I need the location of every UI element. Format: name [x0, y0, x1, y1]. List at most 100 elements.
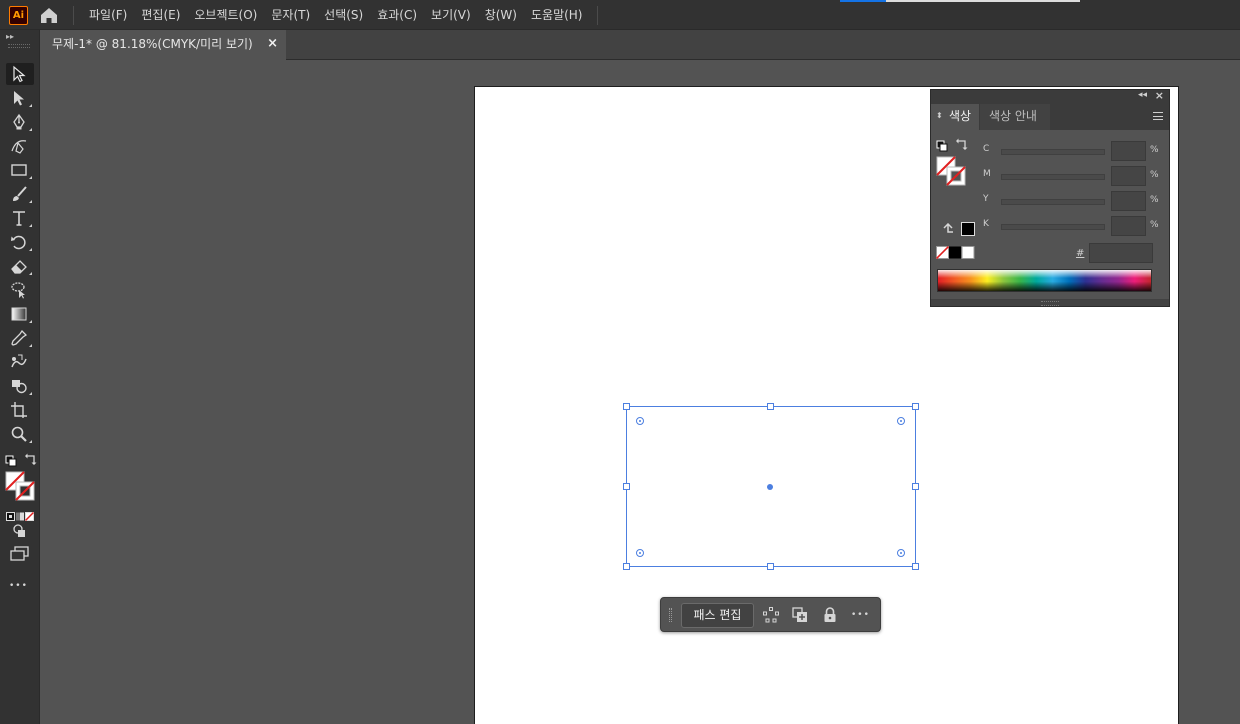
more-options-icon[interactable]: ••• [851, 606, 873, 624]
resize-handle-left[interactable] [623, 483, 630, 490]
menu-file[interactable]: 파일(F) [82, 0, 134, 30]
blend-tool[interactable] [6, 351, 34, 373]
close-tab-icon[interactable]: × [267, 30, 278, 58]
menu-type[interactable]: 문자(T) [264, 0, 317, 30]
zoom-tool[interactable] [6, 423, 34, 445]
magenta-slider-row: M % [983, 166, 1163, 186]
black-label: K [983, 219, 989, 229]
search-highlight [840, 0, 886, 2]
edit-path-button[interactable]: 패스 편집 [681, 603, 754, 628]
color-mode-buttons[interactable] [6, 507, 35, 522]
document-tab[interactable]: 무제-1* @ 81.18%(CMYK/미리 보기) × [42, 30, 286, 60]
curvature-pen-icon [11, 140, 27, 154]
menu-edit[interactable]: 편집(E) [134, 0, 187, 30]
tab-color[interactable]: ⬍ 색상 [931, 104, 979, 130]
default-colors-icon[interactable] [936, 137, 948, 152]
more-tools-icon[interactable]: ••• [9, 581, 31, 593]
duplicate-icon[interactable] [791, 606, 809, 624]
draw-mode-icon[interactable] [11, 523, 29, 539]
eraser-tool[interactable] [6, 255, 34, 277]
resize-handle-top[interactable] [767, 403, 774, 410]
panel-menu-icon[interactable] [1153, 112, 1163, 120]
menu-view[interactable]: 보기(V) [424, 0, 478, 30]
center-point[interactable] [767, 484, 773, 490]
toolbar-collapse-icon[interactable]: ▸▸ [6, 32, 14, 41]
toolbar-grip[interactable] [8, 44, 30, 48]
color-spectrum[interactable] [937, 269, 1152, 292]
panel-resize-grip[interactable] [931, 299, 1169, 306]
menu-object[interactable]: 오브젝트(O) [187, 0, 264, 30]
yellow-slider[interactable] [1001, 199, 1105, 205]
resize-handle-bottom-right[interactable] [912, 563, 919, 570]
paintbrush-tool[interactable] [6, 183, 34, 205]
rotate-tool[interactable] [6, 231, 34, 253]
magenta-input[interactable] [1111, 166, 1146, 186]
top-search-bar[interactable] [840, 0, 1080, 2]
cyan-slider[interactable] [1001, 149, 1105, 155]
tab-color-guide[interactable]: 색상 안내 [980, 104, 1050, 130]
document-tab-bar: 무제-1* @ 81.18%(CMYK/미리 보기) × [42, 30, 1240, 60]
menu-effect[interactable]: 효과(C) [370, 0, 424, 30]
panel-fill-stroke-swatches[interactable] [936, 156, 968, 186]
cyan-unit: % [1150, 145, 1159, 155]
resize-handle-bottom-left[interactable] [623, 563, 630, 570]
taskbar-grip[interactable] [669, 608, 672, 622]
swap-fill-stroke-icon[interactable] [24, 451, 38, 465]
path-points-icon[interactable] [762, 606, 780, 624]
lasso-tool[interactable] [6, 279, 34, 301]
type-tool[interactable] [6, 207, 34, 229]
direct-selection-tool[interactable] [6, 87, 34, 109]
shape-builder-tool[interactable] [6, 375, 34, 397]
artboard-icon [11, 402, 27, 418]
contextual-task-bar: 패스 편집 ••• [660, 597, 881, 632]
menu-help[interactable]: 도움말(H) [524, 0, 590, 30]
resize-handle-right[interactable] [912, 483, 919, 490]
rectangle-icon [11, 164, 27, 176]
paintbrush-icon [13, 186, 27, 201]
selection-tool[interactable] [6, 63, 34, 85]
out-of-gamut-warning-icon[interactable] [941, 222, 955, 236]
menu-items: 파일(F) 편집(E) 오브젝트(O) 문자(T) 선택(S) 효과(C) 보기… [82, 0, 590, 30]
resize-handle-bottom[interactable] [767, 563, 774, 570]
illustrator-window: Ai 파일(F) 편집(E) 오브젝트(O) 문자(T) 선택(S) 효과(C)… [0, 0, 1240, 724]
menu-select[interactable]: 선택(S) [317, 0, 370, 30]
resize-handle-top-right[interactable] [912, 403, 919, 410]
screen-mode-icon[interactable] [10, 546, 30, 562]
cyan-slider-row: C % [983, 141, 1163, 161]
rectangle-tool[interactable] [6, 159, 34, 181]
black-slider[interactable] [1001, 224, 1105, 230]
menu-separator [73, 6, 74, 25]
corner-radius-widget[interactable] [636, 549, 644, 557]
default-fill-stroke-icon[interactable] [5, 452, 17, 467]
pen-tool[interactable] [6, 111, 34, 133]
home-icon[interactable] [38, 5, 60, 25]
yellow-input[interactable] [1111, 191, 1146, 211]
cyan-input[interactable] [1111, 141, 1146, 161]
lock-icon[interactable] [821, 606, 839, 624]
eyedropper-tool[interactable] [6, 327, 34, 349]
gradient-tool[interactable] [6, 303, 34, 325]
selection-arrow-icon [13, 65, 26, 83]
corner-radius-widget[interactable] [897, 549, 905, 557]
hex-input[interactable] [1089, 243, 1153, 263]
swap-colors-icon[interactable] [955, 136, 969, 150]
black-input[interactable] [1111, 216, 1146, 236]
close-panel-icon[interactable]: × [1155, 89, 1164, 102]
pen-icon [13, 113, 25, 130]
yellow-slider-row: Y % [983, 191, 1163, 211]
corner-radius-widget[interactable] [897, 417, 905, 425]
panel-header[interactable]: ◂◂ × [931, 89, 1169, 104]
artboard-tool[interactable] [6, 399, 34, 421]
menu-window[interactable]: 창(W) [478, 0, 524, 30]
menu-bar: Ai 파일(F) 편집(E) 오브젝트(O) 문자(T) 선택(S) 효과(C)… [0, 0, 1240, 30]
resize-handle-top-left[interactable] [623, 403, 630, 410]
corner-radius-widget[interactable] [636, 417, 644, 425]
curvature-tool[interactable] [6, 135, 34, 157]
tab-color-guide-label: 색상 안내 [989, 109, 1037, 123]
fill-stroke-swatches[interactable] [5, 471, 37, 501]
magenta-slider[interactable] [1001, 174, 1105, 180]
yellow-unit: % [1150, 195, 1159, 205]
panel-options-toggle-icon[interactable]: ⬍ [936, 104, 943, 128]
collapse-panel-icon[interactable]: ◂◂ [1138, 90, 1147, 100]
closest-color-swatch[interactable] [961, 222, 975, 236]
